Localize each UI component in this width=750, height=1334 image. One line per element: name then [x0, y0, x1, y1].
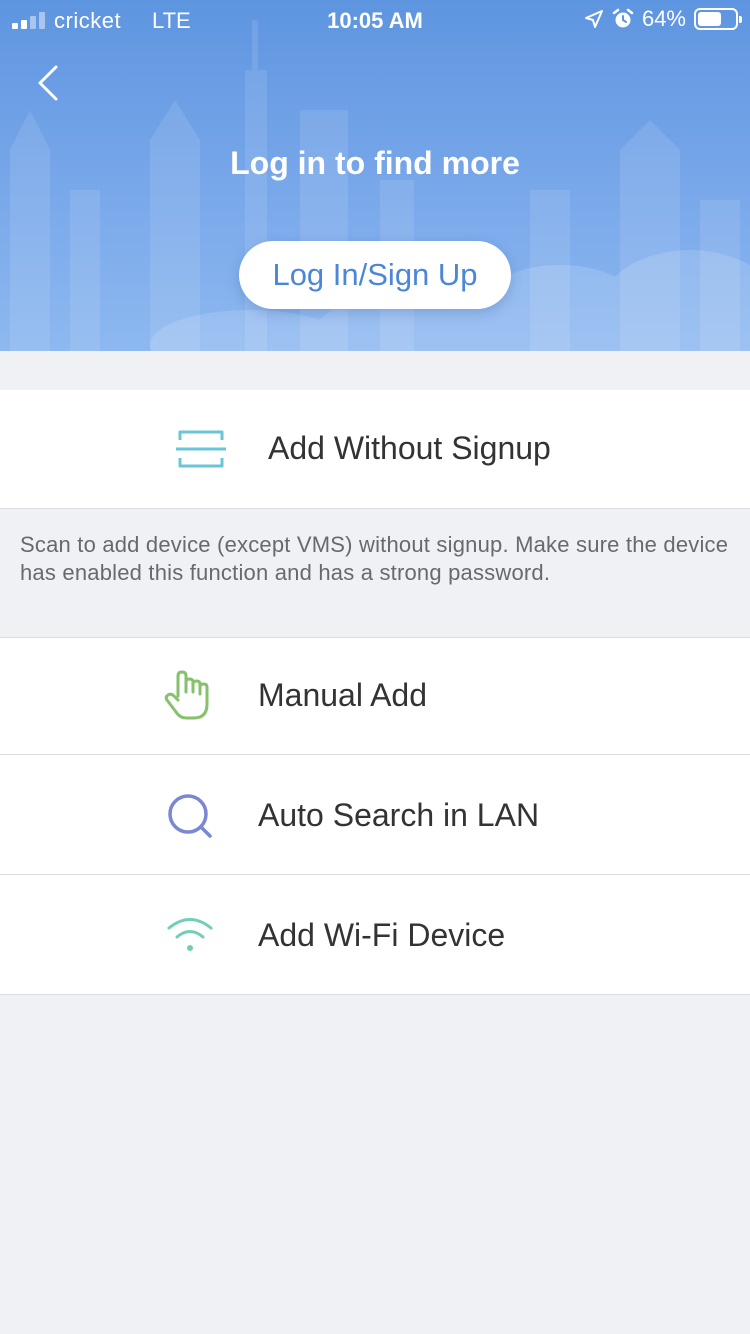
location-arrow-icon	[584, 10, 603, 28]
manual-add-label: Manual Add	[258, 677, 428, 713]
auto-search-label: Auto Search in LAN	[258, 797, 540, 833]
login-header: cricket LTE 10:05 AM 64% Log in to find …	[0, 0, 750, 351]
battery-percentage: 64%	[641, 6, 686, 31]
chevron-left-icon	[38, 65, 58, 101]
login-signup-button[interactable]: Log In/Sign Up	[239, 241, 511, 309]
status-bar: cricket LTE 10:05 AM 64%	[0, 0, 750, 40]
wifi-icon	[165, 913, 215, 955]
search-icon	[164, 791, 216, 841]
manual-add-row[interactable]: Manual Add	[0, 637, 750, 755]
add-without-signup-row[interactable]: Add Without Signup	[0, 390, 750, 509]
add-wifi-device-label: Add Wi-Fi Device	[258, 917, 506, 953]
hand-pointer-icon	[162, 670, 220, 722]
add-wifi-device-row[interactable]: Add Wi-Fi Device	[0, 875, 750, 995]
scan-icon	[176, 428, 226, 470]
back-button[interactable]	[28, 60, 68, 106]
add-without-signup-description: Scan to add device (except VMS) without …	[20, 532, 729, 585]
add-without-signup-label: Add Without Signup	[268, 430, 551, 466]
auto-search-row[interactable]: Auto Search in LAN	[0, 755, 750, 875]
status-right-group: 64%	[584, 6, 742, 32]
battery-icon	[694, 8, 742, 30]
alarm-clock-icon	[612, 8, 634, 28]
login-prompt-title: Log in to find more	[230, 145, 520, 181]
